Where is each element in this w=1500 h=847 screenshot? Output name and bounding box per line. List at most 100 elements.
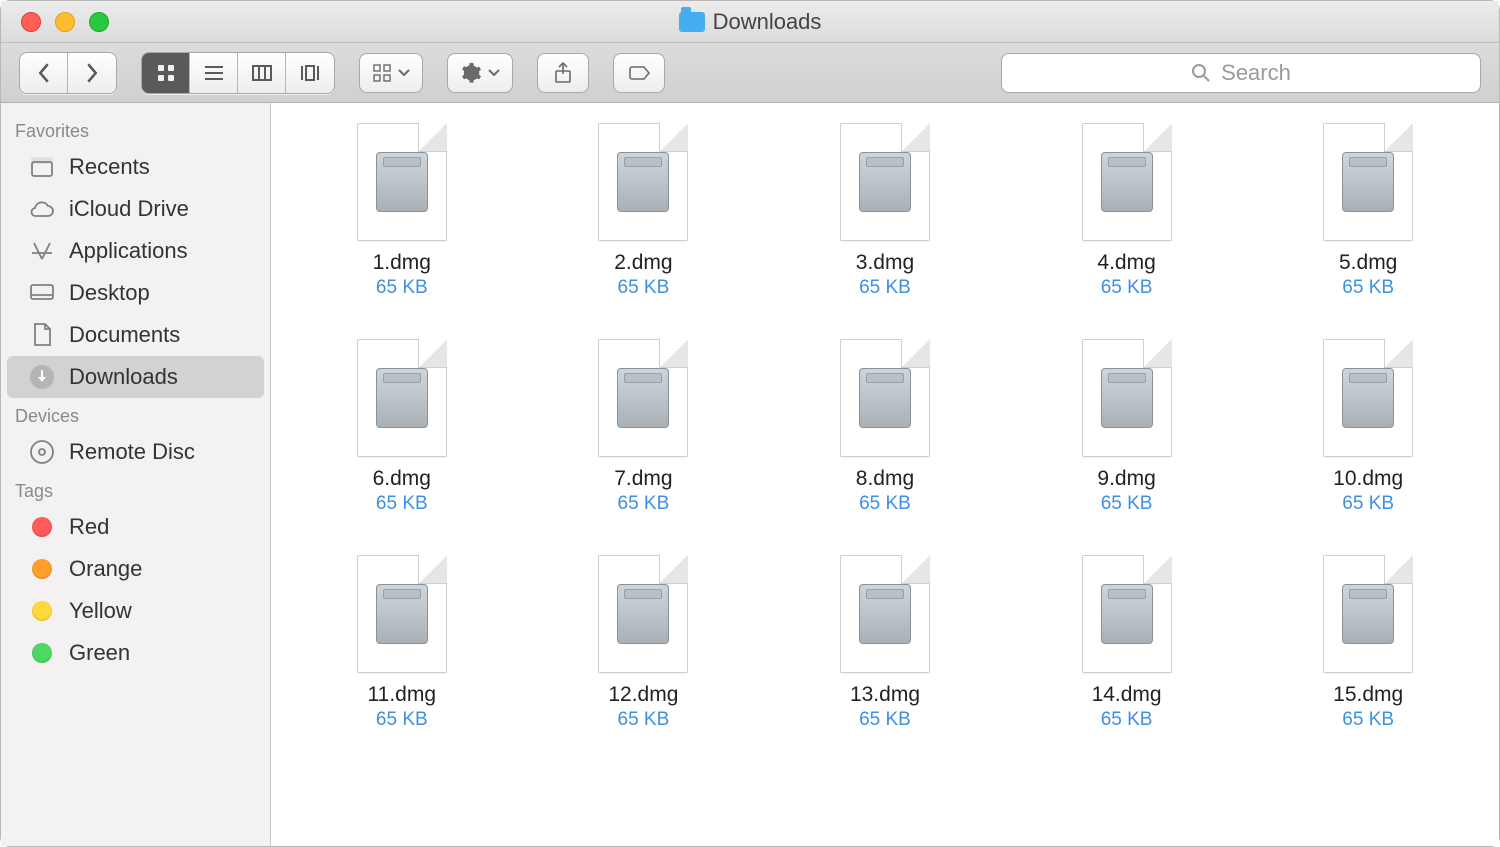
sidebar-item-label: iCloud Drive xyxy=(69,196,189,222)
file-size: 65 KB xyxy=(1288,493,1448,515)
dmg-file-icon xyxy=(357,123,447,241)
search-icon xyxy=(1191,63,1211,83)
file-item[interactable]: 15.dmg65 KB xyxy=(1288,555,1448,731)
file-name: 8.dmg xyxy=(805,467,965,491)
action-dropdown[interactable] xyxy=(447,53,513,93)
sidebar-item-red[interactable]: Red xyxy=(7,506,264,548)
share-icon xyxy=(553,62,573,84)
download-icon xyxy=(27,364,57,390)
file-name: 5.dmg xyxy=(1288,251,1448,275)
tag-dot-icon xyxy=(27,601,57,621)
dmg-file-icon xyxy=(598,339,688,457)
nav-buttons xyxy=(19,52,117,94)
file-item[interactable]: 4.dmg65 KB xyxy=(1047,123,1207,299)
dmg-file-icon xyxy=(840,555,930,673)
file-item[interactable]: 2.dmg65 KB xyxy=(563,123,723,299)
file-item[interactable]: 6.dmg65 KB xyxy=(322,339,482,515)
file-name: 1.dmg xyxy=(322,251,482,275)
tag-dot-icon xyxy=(27,517,57,537)
toolbar: Search xyxy=(1,43,1499,103)
view-columns-button[interactable] xyxy=(238,53,286,93)
dmg-file-icon xyxy=(357,339,447,457)
view-list-button[interactable] xyxy=(190,53,238,93)
tag-icon xyxy=(627,64,651,82)
file-name: 3.dmg xyxy=(805,251,965,275)
nav-forward-button[interactable] xyxy=(68,53,116,93)
file-name: 4.dmg xyxy=(1047,251,1207,275)
file-size: 65 KB xyxy=(1047,493,1207,515)
dmg-file-icon xyxy=(1082,123,1172,241)
chevron-down-icon xyxy=(488,68,500,78)
file-item[interactable]: 11.dmg65 KB xyxy=(322,555,482,731)
sidebar-section-header: Favorites xyxy=(1,113,270,146)
file-item[interactable]: 14.dmg65 KB xyxy=(1047,555,1207,731)
view-icons-button[interactable] xyxy=(142,53,190,93)
file-name: 7.dmg xyxy=(563,467,723,491)
tags-button[interactable] xyxy=(613,53,665,93)
sidebar-item-icloud[interactable]: iCloud Drive xyxy=(7,188,264,230)
search-placeholder: Search xyxy=(1221,60,1291,86)
file-browser-area[interactable]: 1.dmg65 KB2.dmg65 KB3.dmg65 KB4.dmg65 KB… xyxy=(271,103,1499,846)
file-name: 10.dmg xyxy=(1288,467,1448,491)
apps-icon xyxy=(27,239,57,263)
sidebar-item-label: Recents xyxy=(69,154,150,180)
file-size: 65 KB xyxy=(563,277,723,299)
dmg-file-icon xyxy=(1323,339,1413,457)
window-minimize-button[interactable] xyxy=(55,12,75,32)
share-button[interactable] xyxy=(537,53,589,93)
sidebar-item-remote-disc[interactable]: Remote Disc xyxy=(7,431,264,473)
window-controls xyxy=(1,12,109,32)
sidebar-item-recents[interactable]: Recents xyxy=(7,146,264,188)
sidebar-item-yellow[interactable]: Yellow xyxy=(7,590,264,632)
view-mode-switcher xyxy=(141,52,335,94)
titlebar: Downloads xyxy=(1,1,1499,43)
sidebar-item-label: Documents xyxy=(69,322,180,348)
search-field[interactable]: Search xyxy=(1001,53,1481,93)
file-item[interactable]: 3.dmg65 KB xyxy=(805,123,965,299)
sidebar-item-label: Green xyxy=(69,640,130,666)
sidebar-section-header: Tags xyxy=(1,473,270,506)
file-size: 65 KB xyxy=(805,493,965,515)
sidebar-item-orange[interactable]: Orange xyxy=(7,548,264,590)
sidebar-item-applications[interactable]: Applications xyxy=(7,230,264,272)
arrange-dropdown[interactable] xyxy=(359,53,423,93)
sidebar-item-label: Orange xyxy=(69,556,142,582)
window-close-button[interactable] xyxy=(21,12,41,32)
dmg-file-icon xyxy=(357,555,447,673)
tag-dot-icon xyxy=(27,559,57,579)
file-name: 14.dmg xyxy=(1047,683,1207,707)
view-gallery-button[interactable] xyxy=(286,53,334,93)
sidebar-section-header: Devices xyxy=(1,398,270,431)
file-size: 65 KB xyxy=(1047,277,1207,299)
cloud-icon xyxy=(27,199,57,219)
downloads-folder-icon xyxy=(679,12,705,32)
dmg-file-icon xyxy=(840,123,930,241)
dmg-file-icon xyxy=(1323,555,1413,673)
nav-back-button[interactable] xyxy=(20,53,68,93)
file-item[interactable]: 7.dmg65 KB xyxy=(563,339,723,515)
file-item[interactable]: 1.dmg65 KB xyxy=(322,123,482,299)
file-name: 6.dmg xyxy=(322,467,482,491)
clock-icon xyxy=(27,156,57,178)
dmg-file-icon xyxy=(1082,339,1172,457)
file-item[interactable]: 10.dmg65 KB xyxy=(1288,339,1448,515)
gear-icon xyxy=(460,62,482,84)
file-name: 2.dmg xyxy=(563,251,723,275)
file-item[interactable]: 13.dmg65 KB xyxy=(805,555,965,731)
sidebar-item-label: Downloads xyxy=(69,364,178,390)
file-size: 65 KB xyxy=(563,709,723,731)
window-zoom-button[interactable] xyxy=(89,12,109,32)
file-item[interactable]: 12.dmg65 KB xyxy=(563,555,723,731)
sidebar-item-desktop[interactable]: Desktop xyxy=(7,272,264,314)
file-name: 9.dmg xyxy=(1047,467,1207,491)
sidebar-item-green[interactable]: Green xyxy=(7,632,264,674)
disc-icon xyxy=(27,439,57,465)
file-item[interactable]: 5.dmg65 KB xyxy=(1288,123,1448,299)
sidebar-item-label: Red xyxy=(69,514,109,540)
file-item[interactable]: 8.dmg65 KB xyxy=(805,339,965,515)
sidebar-item-documents[interactable]: Documents xyxy=(7,314,264,356)
sidebar-item-label: Remote Disc xyxy=(69,439,195,465)
sidebar-item-downloads[interactable]: Downloads xyxy=(7,356,264,398)
file-item[interactable]: 9.dmg65 KB xyxy=(1047,339,1207,515)
dmg-file-icon xyxy=(1082,555,1172,673)
